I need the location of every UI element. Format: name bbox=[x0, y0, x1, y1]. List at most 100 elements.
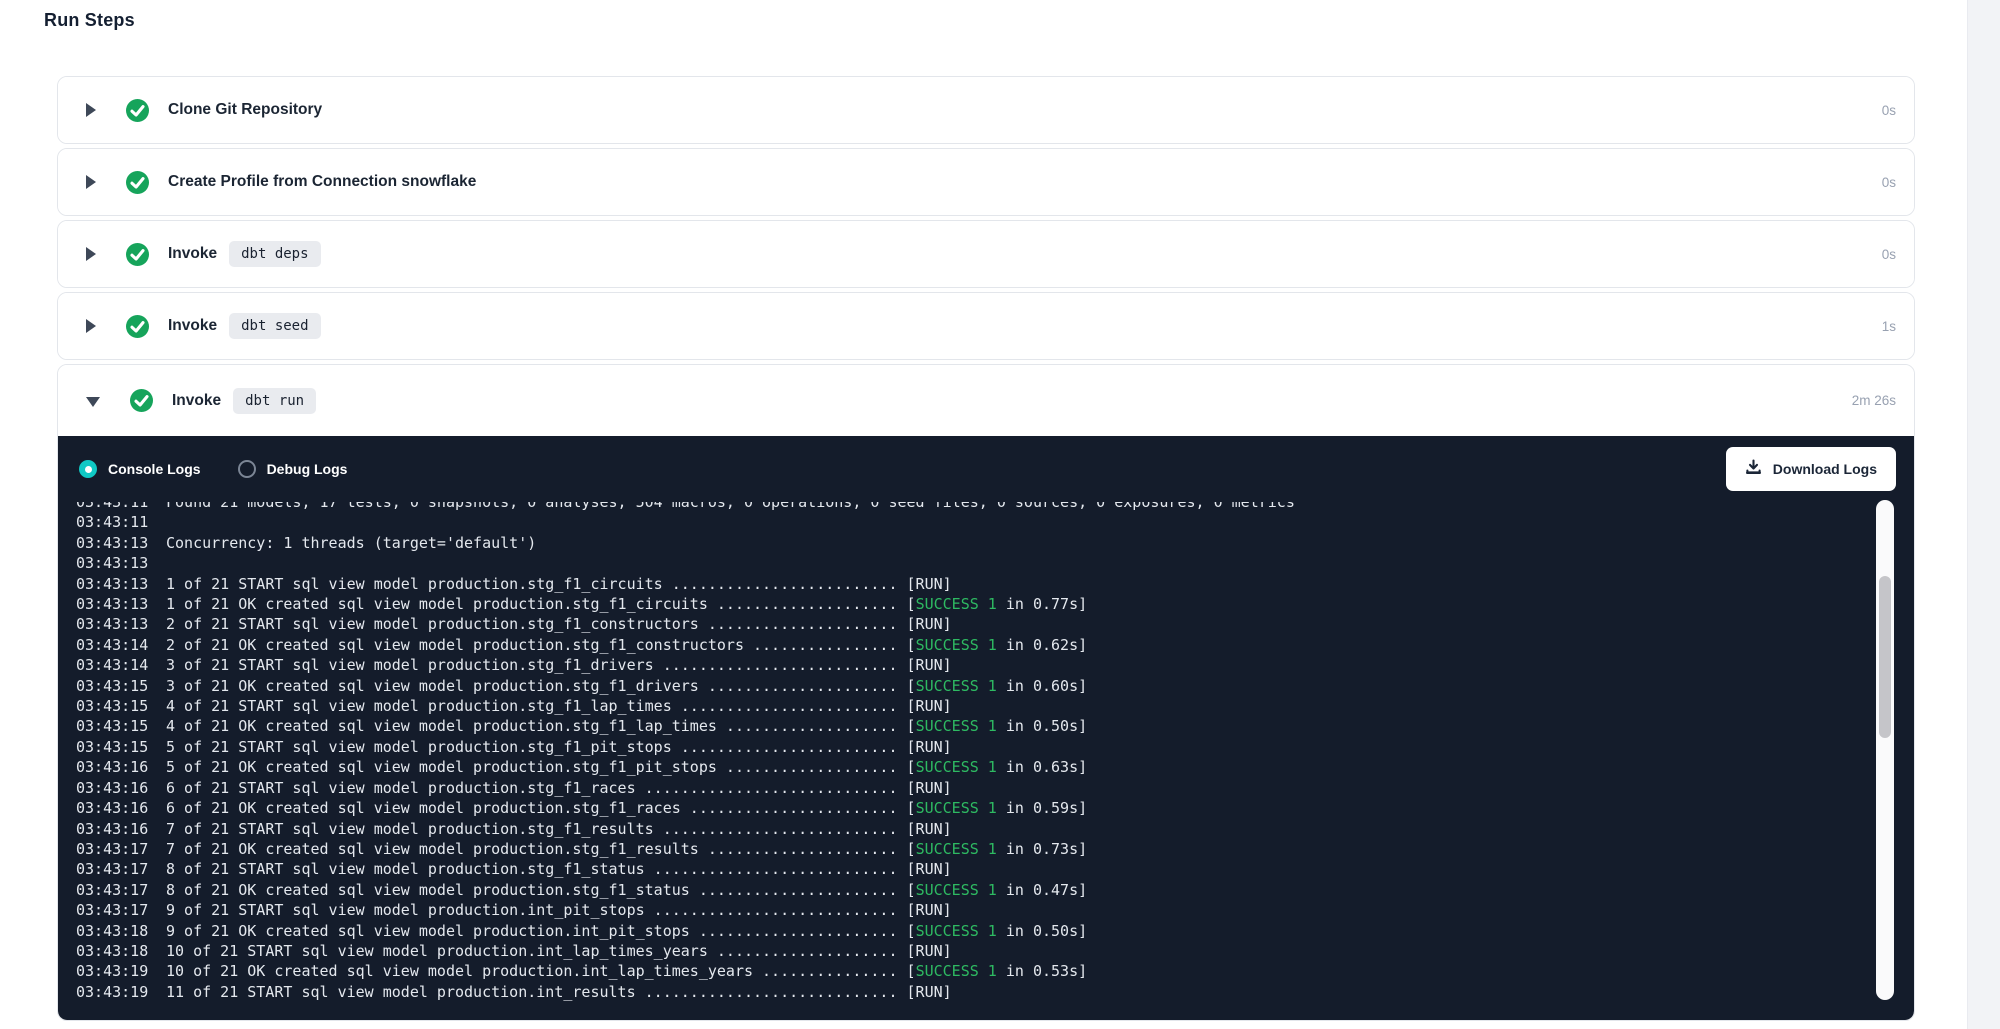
console-log-output[interactable]: 03:43:11Found 21 models, 17 tests, 0 sna… bbox=[76, 502, 1874, 1008]
log-line: 03:43:11Found 21 models, 17 tests, 0 sna… bbox=[76, 502, 1874, 512]
log-line: 03:43:132 of 21 START sql view model pro… bbox=[76, 614, 1874, 634]
log-timestamp: 03:43:11 bbox=[76, 512, 166, 532]
log-line: 03:43:167 of 21 START sql view model pro… bbox=[76, 819, 1874, 839]
success-check-icon bbox=[126, 99, 149, 122]
log-line: 03:43:177 of 21 OK created sql view mode… bbox=[76, 839, 1874, 859]
log-timestamp: 03:43:11 bbox=[76, 502, 166, 512]
step-label: Create Profile from Connection snowflake bbox=[168, 173, 476, 191]
log-timestamp: 03:43:17 bbox=[76, 839, 166, 859]
log-line: 03:43:142 of 21 OK created sql view mode… bbox=[76, 635, 1874, 655]
log-timestamp: 03:43:13 bbox=[76, 553, 166, 573]
step-label: Invoke bbox=[172, 392, 221, 410]
log-timestamp: 03:43:18 bbox=[76, 921, 166, 941]
step-card: Create Profile from Connection snowflake… bbox=[57, 148, 1915, 216]
step-label: Clone Git Repository bbox=[168, 101, 322, 119]
step-row-dbt-seed[interactable]: Invoke dbt seed 1s bbox=[58, 293, 1914, 359]
caret-right-icon[interactable] bbox=[86, 175, 96, 189]
log-success-badge: SUCCESS 1 bbox=[916, 881, 997, 899]
step-row-create-profile-from-connection-snowflake[interactable]: Create Profile from Connection snowflake… bbox=[58, 149, 1914, 215]
log-timestamp: 03:43:16 bbox=[76, 757, 166, 777]
success-check-icon bbox=[126, 171, 149, 194]
log-line: 03:43:1910 of 21 OK created sql view mod… bbox=[76, 961, 1874, 981]
log-success-badge: SUCCESS 1 bbox=[916, 840, 997, 858]
page-right-gutter bbox=[1967, 0, 2000, 1029]
step-label: Invoke bbox=[168, 245, 217, 263]
log-line: 03:43:165 of 21 OK created sql view mode… bbox=[76, 757, 1874, 777]
log-line: 03:43:143 of 21 START sql view model pro… bbox=[76, 655, 1874, 675]
log-timestamp: 03:43:19 bbox=[76, 982, 166, 1002]
log-timestamp: 03:43:15 bbox=[76, 737, 166, 757]
log-success-badge: SUCCESS 1 bbox=[916, 636, 997, 654]
step-card: Invoke dbt run 2m 26s Console Logs Debug Log… bbox=[57, 364, 1915, 1021]
log-line: 03:43:166 of 21 START sql view model pro… bbox=[76, 778, 1874, 798]
log-timestamp: 03:43:15 bbox=[76, 696, 166, 716]
step-row-clone-git-repository[interactable]: Clone Git Repository 0s bbox=[58, 77, 1914, 143]
log-timestamp: 03:43:14 bbox=[76, 635, 166, 655]
log-line: 03:43:189 of 21 OK created sql view mode… bbox=[76, 921, 1874, 941]
log-timestamp: 03:43:13 bbox=[76, 533, 166, 553]
page-title: Run Steps bbox=[44, 10, 135, 31]
console-scrollbar-thumb[interactable] bbox=[1879, 576, 1891, 738]
log-timestamp: 03:43:13 bbox=[76, 614, 166, 634]
step-command-chip: dbt run bbox=[233, 388, 316, 414]
step-card: Invoke dbt seed 1s bbox=[57, 292, 1915, 360]
log-tab-label: Debug Logs bbox=[267, 461, 348, 477]
log-line: 03:43:154 of 21 OK created sql view mode… bbox=[76, 716, 1874, 736]
log-tab-debug-logs[interactable]: Debug Logs bbox=[238, 460, 348, 478]
log-success-badge: SUCCESS 1 bbox=[916, 758, 997, 776]
step-duration: 0s bbox=[1882, 175, 1896, 190]
log-line: 03:43:179 of 21 START sql view model pro… bbox=[76, 900, 1874, 920]
log-tab-label: Console Logs bbox=[108, 461, 201, 477]
log-timestamp: 03:43:16 bbox=[76, 819, 166, 839]
log-line: 03:43:1810 of 21 START sql view model pr… bbox=[76, 941, 1874, 961]
download-logs-button[interactable]: Download Logs bbox=[1726, 447, 1896, 491]
radio-selected-icon[interactable] bbox=[79, 460, 97, 478]
log-line: 03:43:131 of 21 OK created sql view mode… bbox=[76, 594, 1874, 614]
download-logs-label: Download Logs bbox=[1773, 461, 1877, 477]
log-line: 03:43:178 of 21 START sql view model pro… bbox=[76, 859, 1874, 879]
log-tab-console-logs[interactable]: Console Logs bbox=[79, 460, 201, 478]
log-timestamp: 03:43:17 bbox=[76, 880, 166, 900]
step-label: Invoke bbox=[168, 317, 217, 335]
step-duration: 2m 26s bbox=[1852, 393, 1896, 408]
console-logs-toolbar: Console Logs Debug Logs Download Logs bbox=[58, 436, 1914, 502]
log-success-badge: SUCCESS 1 bbox=[916, 595, 997, 613]
log-line: 03:43:153 of 21 OK created sql view mode… bbox=[76, 676, 1874, 696]
log-line: 03:43:13 bbox=[76, 553, 1874, 573]
log-timestamp: 03:43:16 bbox=[76, 798, 166, 818]
console-scrollbar[interactable] bbox=[1876, 500, 1894, 1000]
step-card: Clone Git Repository 0s bbox=[57, 76, 1915, 144]
step-card: Invoke dbt deps 0s bbox=[57, 220, 1915, 288]
log-timestamp: 03:43:15 bbox=[76, 716, 166, 736]
step-duration: 1s bbox=[1882, 319, 1896, 334]
run-steps-page: Run Steps Clone Git Repository0sCreate P… bbox=[0, 0, 2000, 1029]
log-timestamp: 03:43:15 bbox=[76, 676, 166, 696]
caret-down-icon[interactable] bbox=[86, 397, 100, 407]
step-row-dbt-run[interactable]: Invoke dbt run 2m 26s bbox=[58, 365, 1914, 436]
step-command-chip: dbt deps bbox=[229, 241, 320, 267]
step-duration: 0s bbox=[1882, 103, 1896, 118]
log-line: 03:43:11 bbox=[76, 512, 1874, 532]
log-timestamp: 03:43:18 bbox=[76, 941, 166, 961]
log-timestamp: 03:43:14 bbox=[76, 655, 166, 675]
log-line: 03:43:166 of 21 OK created sql view mode… bbox=[76, 798, 1874, 818]
log-success-badge: SUCCESS 1 bbox=[916, 717, 997, 735]
log-line: 03:43:131 of 21 START sql view model pro… bbox=[76, 574, 1874, 594]
log-timestamp: 03:43:13 bbox=[76, 574, 166, 594]
radio-unselected-icon[interactable] bbox=[238, 460, 256, 478]
step-duration: 0s bbox=[1882, 247, 1896, 262]
log-timestamp: 03:43:16 bbox=[76, 778, 166, 798]
caret-right-icon[interactable] bbox=[86, 247, 96, 261]
log-timestamp: 03:43:19 bbox=[76, 961, 166, 981]
success-check-icon bbox=[126, 243, 149, 266]
caret-right-icon[interactable] bbox=[86, 319, 96, 333]
log-timestamp: 03:43:17 bbox=[76, 900, 166, 920]
log-success-badge: SUCCESS 1 bbox=[916, 677, 997, 695]
step-command-chip: dbt seed bbox=[229, 313, 320, 339]
console-logs-panel: Console Logs Debug Logs Download Logs 03:43… bbox=[58, 436, 1914, 1020]
log-line: 03:43:1911 of 21 START sql view model pr… bbox=[76, 982, 1874, 1002]
log-timestamp: 03:43:17 bbox=[76, 859, 166, 879]
success-check-icon bbox=[130, 389, 153, 412]
step-row-dbt-deps[interactable]: Invoke dbt deps 0s bbox=[58, 221, 1914, 287]
caret-right-icon[interactable] bbox=[86, 103, 96, 117]
